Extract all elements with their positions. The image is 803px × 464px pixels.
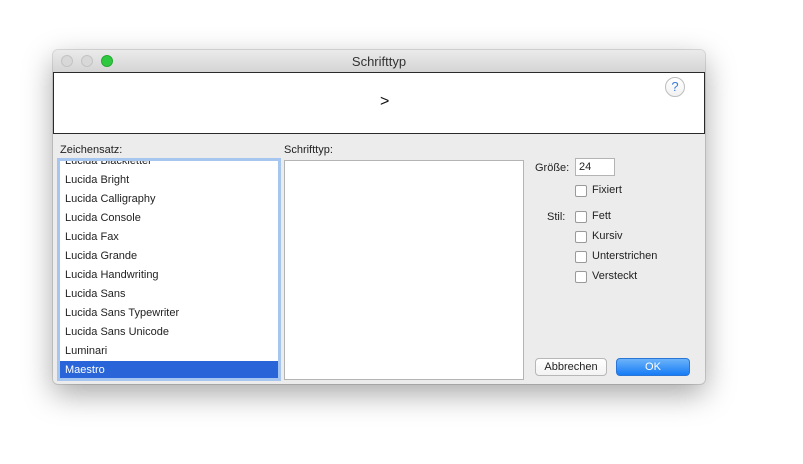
underline-checkbox-label: Unterstrichen: [592, 250, 658, 262]
style-label: Stil:: [547, 211, 566, 223]
list-item[interactable]: Lucida Bright: [60, 171, 278, 190]
ok-button[interactable]: OK: [616, 358, 690, 376]
preview-sample-text: >: [380, 93, 390, 110]
list-item[interactable]: Lucida Handwriting: [60, 266, 278, 285]
font-type-label: Schrifttyp:: [284, 144, 333, 156]
list-item[interactable]: Luminari: [60, 342, 278, 361]
italic-checkbox[interactable]: [575, 231, 587, 243]
list-item[interactable]: Lucida Blackletter: [60, 161, 278, 171]
list-item[interactable]: Lucida Sans: [60, 285, 278, 304]
help-button[interactable]: ?: [665, 77, 685, 97]
window-title: Schrifttyp: [351, 54, 407, 69]
size-label: Größe:: [535, 162, 570, 174]
bold-checkbox-label: Fett: [592, 210, 611, 222]
list-item-selected[interactable]: Maestro: [60, 361, 278, 378]
italic-checkbox-label: Kursiv: [592, 230, 623, 242]
list-item[interactable]: Lucida Fax: [60, 228, 278, 247]
charset-label: Zeichensatz:: [60, 144, 123, 156]
fixed-checkbox-label: Fixiert: [592, 184, 622, 196]
fixed-checkbox[interactable]: [575, 185, 587, 197]
font-type-list[interactable]: [284, 160, 524, 380]
list-item[interactable]: Lucida Calligraphy: [60, 190, 278, 209]
list-item[interactable]: Lucida Console: [60, 209, 278, 228]
font-preview-area: > ?: [53, 72, 705, 134]
title-bar[interactable]: Schrifttyp: [53, 50, 705, 73]
size-input[interactable]: [575, 158, 615, 176]
charset-list[interactable]: Lucida Blackletter Lucida Bright Lucida …: [57, 158, 281, 381]
cancel-button[interactable]: Abbrechen: [535, 358, 607, 376]
list-item[interactable]: Lucida Grande: [60, 247, 278, 266]
underline-checkbox[interactable]: [575, 251, 587, 263]
font-dialog: Schrifttyp > ? Zeichensatz: Schrifttyp: …: [53, 50, 705, 384]
hidden-checkbox[interactable]: [575, 271, 587, 283]
list-item[interactable]: Lucida Sans Typewriter: [60, 304, 278, 323]
hidden-checkbox-label: Versteckt: [592, 270, 638, 282]
question-mark-icon: ?: [671, 79, 679, 94]
bold-checkbox[interactable]: [575, 211, 587, 223]
list-item[interactable]: Lucida Sans Unicode: [60, 323, 278, 342]
